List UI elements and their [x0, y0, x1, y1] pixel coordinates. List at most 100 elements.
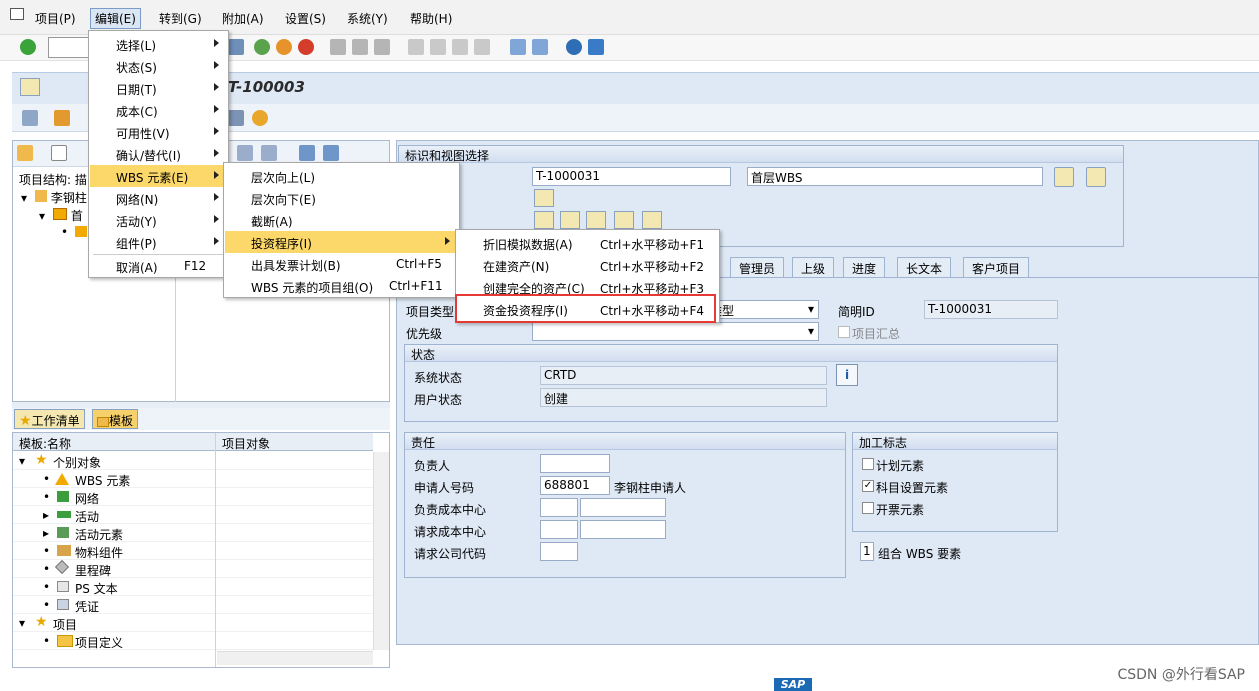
back-icon[interactable]: [254, 39, 270, 55]
menu-edit[interactable]: 编辑(E): [90, 8, 141, 29]
menu-item-availability[interactable]: 可用性(V): [90, 121, 227, 143]
menu-item-cancel[interactable]: 取消(A) F12: [90, 255, 227, 277]
grid-row-material[interactable]: • 物料组件: [13, 542, 373, 560]
owner-field[interactable]: [540, 454, 610, 473]
menu-project[interactable]: 项目(P): [35, 10, 76, 27]
menu-item-component[interactable]: 组件(P): [90, 231, 227, 253]
menu-item-select[interactable]: 选择(L): [90, 33, 227, 55]
req-cost-center-field[interactable]: [540, 520, 578, 539]
project-type-select[interactable]: 类型 ▾: [706, 300, 819, 319]
open-folder-icon[interactable]: [17, 145, 33, 161]
menu-extras[interactable]: 附加(A): [222, 10, 264, 27]
submenu-investment[interactable]: 投资程序(I): [225, 231, 458, 253]
refresh-icon[interactable]: [252, 110, 268, 126]
command-field[interactable]: [48, 37, 90, 58]
new-session-icon[interactable]: [510, 39, 526, 55]
back-arrow-icon[interactable]: [54, 110, 70, 126]
tab-admin[interactable]: 管理员: [730, 257, 785, 277]
billing-element-checkbox[interactable]: [862, 502, 874, 514]
milestone-btn-icon[interactable]: [586, 211, 606, 229]
tab-worklist[interactable]: ★工作清单: [14, 409, 85, 429]
exit-icon[interactable]: [276, 39, 292, 55]
menu-item-confirm[interactable]: 确认/替代(I): [90, 143, 227, 165]
wbs-id-field[interactable]: T-1000031: [532, 167, 731, 186]
submenu-level-up[interactable]: 层次向上(L): [225, 165, 458, 187]
grid-row-project-def[interactable]: • 项目定义: [13, 632, 373, 650]
menu-item-date[interactable]: 日期(T): [90, 77, 227, 99]
resp-cost-center-field-2[interactable]: [580, 498, 666, 517]
grid-row-network[interactable]: • 网络: [13, 488, 373, 506]
wbs-type-icon[interactable]: [534, 189, 554, 207]
resp-cost-center-field[interactable]: [540, 498, 578, 517]
binoculars-icon[interactable]: [237, 145, 253, 161]
priority-select[interactable]: ▾: [532, 322, 819, 341]
tab-superior[interactable]: 上级: [792, 257, 835, 277]
notes-icon[interactable]: [228, 110, 244, 126]
component-btn-icon[interactable]: [614, 211, 634, 229]
document-btn-icon[interactable]: [642, 211, 662, 229]
first-page-icon[interactable]: [408, 39, 424, 55]
tab-customer-project[interactable]: 客户项目: [963, 257, 1030, 277]
grid-row-individual[interactable]: ▾ ★ 个别对象: [13, 452, 373, 470]
app-menu-icon[interactable]: [10, 8, 24, 20]
last-page-icon[interactable]: [474, 39, 490, 55]
invest-auc[interactable]: 在建资产(N) Ctrl+水平移动+F2: [457, 254, 718, 276]
screen-icon[interactable]: [20, 78, 40, 96]
grid-row-wbs[interactable]: • WBS 元素: [13, 470, 373, 488]
menu-item-activity[interactable]: 活动(Y): [90, 209, 227, 231]
enter-check-icon[interactable]: [20, 39, 36, 55]
menu-help[interactable]: 帮助(H): [410, 10, 452, 27]
submenu-project-group[interactable]: WBS 元素的项目组(O) Ctrl+F11: [225, 275, 458, 297]
menu-settings[interactable]: 设置(S): [285, 10, 326, 27]
menu-system[interactable]: 系统(Y): [347, 10, 388, 27]
grid-vscrollbar[interactable]: [373, 452, 389, 650]
edit-note-icon[interactable]: [1054, 167, 1074, 187]
invest-depreciation[interactable]: 折旧模拟数据(A) Ctrl+水平移动+F1: [457, 232, 718, 254]
find-next-icon[interactable]: [374, 39, 390, 55]
requester-field[interactable]: 688801: [540, 476, 610, 495]
grid-row-ps-text[interactable]: • PS 文本: [13, 578, 373, 596]
menu-item-cost[interactable]: 成本(C): [90, 99, 227, 121]
short-id-field[interactable]: T-1000031: [924, 300, 1058, 319]
grid-hscrollbar[interactable]: [217, 651, 373, 665]
menu-item-network[interactable]: 网络(N): [90, 187, 227, 209]
submenu-truncate[interactable]: 截断(A): [225, 209, 458, 231]
next-page-icon[interactable]: [452, 39, 468, 55]
info-icon[interactable]: i: [836, 364, 858, 386]
prev-page-icon[interactable]: [430, 39, 446, 55]
save-icon[interactable]: [228, 39, 244, 55]
menu-item-wbs[interactable]: WBS 元素(E): [90, 165, 227, 187]
shortcut-icon[interactable]: [532, 39, 548, 55]
menu-goto[interactable]: 转到(G): [159, 10, 202, 27]
new-doc-icon[interactable]: [51, 145, 67, 161]
tab-templates[interactable]: 模板: [92, 409, 139, 429]
tree-node-wbs[interactable]: ▾ 首: [39, 207, 83, 224]
grid-row-activity[interactable]: ▸ 活动: [13, 506, 373, 524]
grid-row-document[interactable]: • 凭证: [13, 596, 373, 614]
cancel-icon[interactable]: [298, 39, 314, 55]
help-icon[interactable]: [566, 39, 582, 55]
layout-icon[interactable]: [588, 39, 604, 55]
edit-toggle-icon[interactable]: [22, 110, 38, 126]
account-element-checkbox[interactable]: ✓: [862, 480, 874, 492]
tree-node-project[interactable]: ▾ 李钢柱: [21, 189, 87, 206]
network-btn-icon[interactable]: [534, 211, 554, 229]
user-status-field[interactable]: 创建: [540, 388, 827, 407]
tab-progress[interactable]: 进度: [843, 257, 886, 277]
submenu-billing-plan[interactable]: 出具发票计划(B) Ctrl+F5: [225, 253, 458, 275]
menu-item-status[interactable]: 状态(S): [90, 55, 227, 77]
system-status-field[interactable]: CRTD: [540, 366, 827, 385]
tree-node-child[interactable]: •: [61, 225, 87, 239]
project-summary-checkbox[interactable]: [838, 326, 850, 338]
grid-row-activity-element[interactable]: ▸ 活动元素: [13, 524, 373, 542]
req-cost-center-field-2[interactable]: [580, 520, 666, 539]
picture-icon[interactable]: [1086, 167, 1106, 187]
find-icon[interactable]: [352, 39, 368, 55]
tab-long-text[interactable]: 长文本: [897, 257, 952, 277]
submenu-level-down[interactable]: 层次向下(E): [225, 187, 458, 209]
print-icon[interactable]: [330, 39, 346, 55]
collapse-icon[interactable]: [323, 145, 339, 161]
req-company-code-field[interactable]: [540, 542, 578, 561]
binoculars-next-icon[interactable]: [261, 145, 277, 161]
activity-btn-icon[interactable]: [560, 211, 580, 229]
